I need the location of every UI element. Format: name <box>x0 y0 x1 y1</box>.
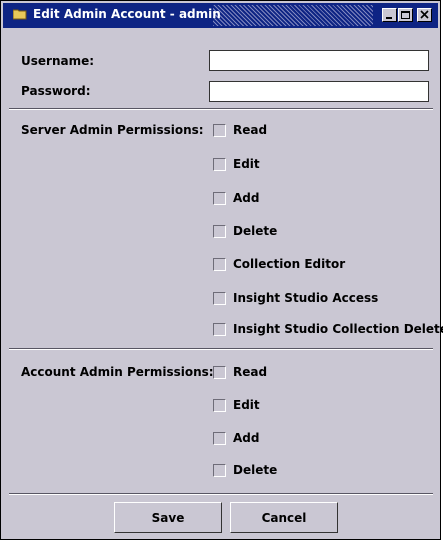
separator <box>9 108 433 110</box>
server-add-label: Add <box>233 191 260 205</box>
username-label: Username: <box>21 54 95 68</box>
title-bar[interactable]: Edit Admin Account - admin <box>3 3 438 28</box>
save-button[interactable]: Save <box>114 502 222 533</box>
password-field[interactable] <box>209 81 429 102</box>
account-read-label: Read <box>233 365 268 379</box>
server-delete-label: Delete <box>233 224 278 238</box>
server-admin-permissions-label: Server Admin Permissions: <box>21 123 204 137</box>
server-insight-studio-collection-delete-checkbox[interactable] <box>213 323 226 336</box>
server-insight-studio-access-checkbox[interactable] <box>213 292 226 305</box>
edit-admin-account-dialog: Edit Admin Account - admin Username: Pas… <box>0 0 443 540</box>
account-add-checkbox[interactable] <box>213 432 226 445</box>
maximize-icon <box>401 11 410 19</box>
server-read-label: Read <box>233 123 268 137</box>
account-admin-permissions-label: Account Admin Permissions: <box>21 365 214 379</box>
close-button[interactable] <box>417 8 432 22</box>
server-read-checkbox[interactable] <box>213 124 226 137</box>
server-collection-editor-checkbox[interactable] <box>213 258 226 271</box>
title-bar-pattern <box>213 5 373 26</box>
server-collection-editor-label: Collection Editor <box>233 257 346 271</box>
server-insight-studio-collection-delete-label: Insight Studio Collection Delete <box>233 322 443 336</box>
account-add-label: Add <box>233 431 260 445</box>
folder-icon <box>13 9 27 20</box>
server-edit-label: Edit <box>233 157 260 171</box>
server-add-checkbox[interactable] <box>213 192 226 205</box>
account-edit-label: Edit <box>233 398 260 412</box>
separator <box>9 493 433 495</box>
window-title: Edit Admin Account - admin <box>33 7 221 21</box>
server-delete-checkbox[interactable] <box>213 225 226 238</box>
password-label: Password: <box>21 84 91 98</box>
minimize-button[interactable] <box>382 8 397 22</box>
account-edit-checkbox[interactable] <box>213 399 226 412</box>
account-delete-label: Delete <box>233 463 278 477</box>
maximize-button[interactable] <box>398 8 413 22</box>
username-field[interactable] <box>209 50 429 71</box>
account-read-checkbox[interactable] <box>213 366 226 379</box>
account-delete-checkbox[interactable] <box>213 464 226 477</box>
server-insight-studio-access-label: Insight Studio Access <box>233 291 379 305</box>
close-icon <box>420 10 429 19</box>
server-edit-checkbox[interactable] <box>213 158 226 171</box>
separator <box>9 348 433 350</box>
cancel-button[interactable]: Cancel <box>230 502 338 533</box>
minimize-icon <box>386 17 392 19</box>
